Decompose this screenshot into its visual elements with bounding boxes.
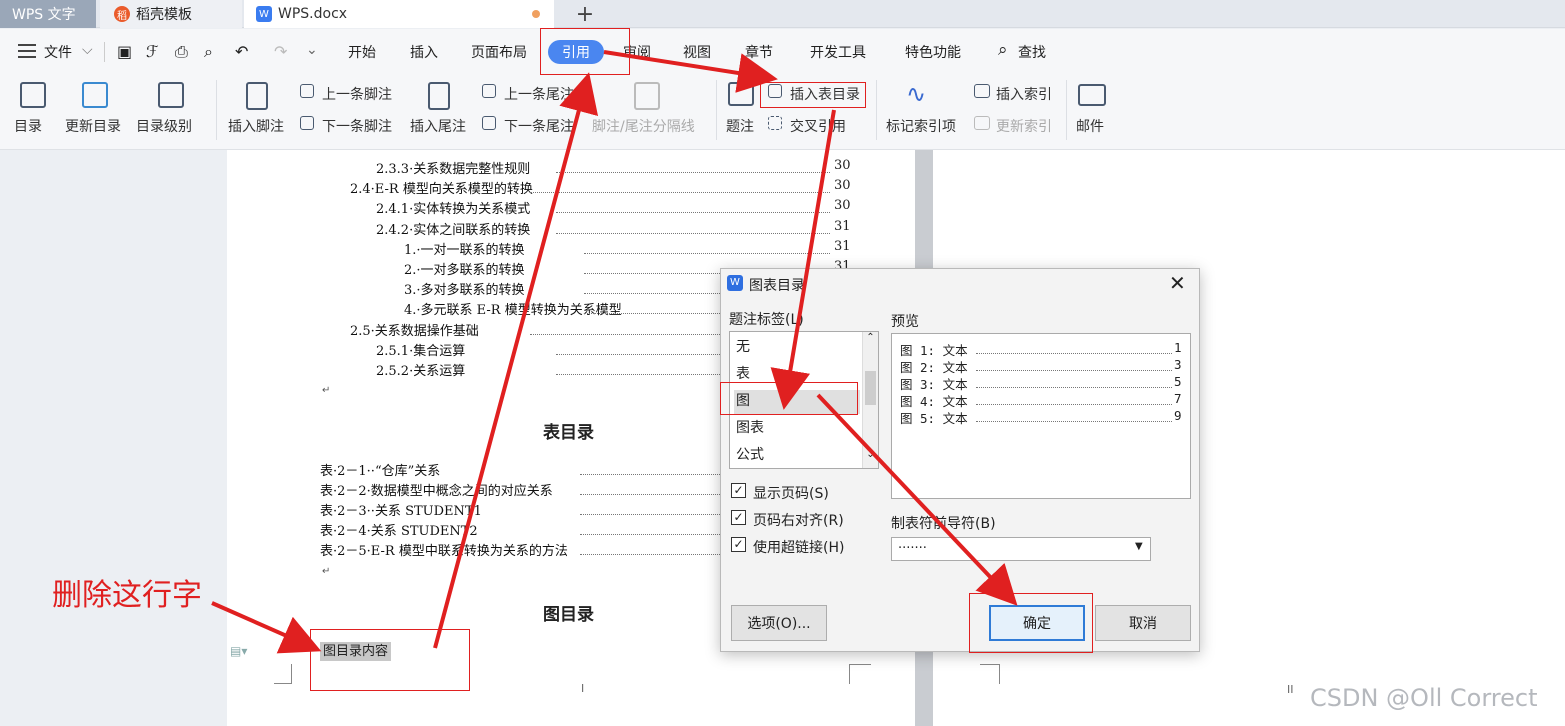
menu-tab[interactable]: 引用 <box>562 42 590 62</box>
annotation-arrows <box>211 50 1018 654</box>
arrow <box>603 50 778 93</box>
arrow <box>816 393 1018 606</box>
arrow <box>770 109 836 410</box>
annotation-text: 删除这行字 <box>52 578 202 613</box>
arrow <box>211 601 322 654</box>
watermark: CSDN @Oll Correct <box>1310 684 1538 712</box>
arrow <box>433 72 599 649</box>
